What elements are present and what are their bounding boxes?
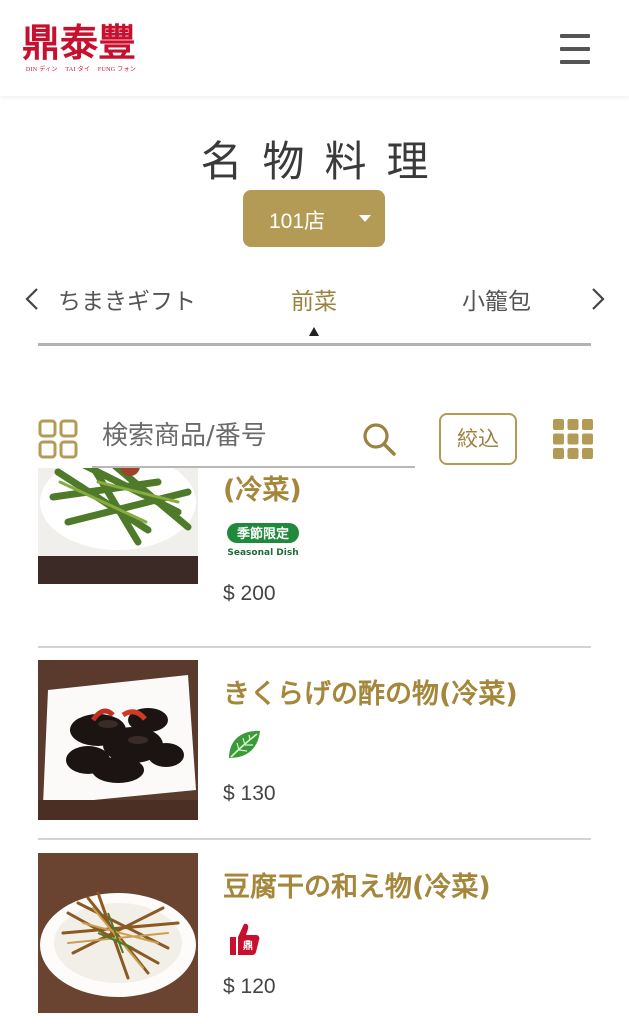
view-large-icon[interactable] xyxy=(38,419,78,459)
search-icon[interactable] xyxy=(361,421,397,457)
product-name: きくらげの酢の物(冷菜) xyxy=(223,679,518,710)
category-nav-divider xyxy=(38,343,591,346)
product-item[interactable]: 豆腐干の和え物(冷菜) 鼎 $ 120 xyxy=(38,853,591,1024)
site-header: 鼎泰豐 DIN ディン TAI タイ FUNG フォン xyxy=(0,0,629,96)
search-input[interactable] xyxy=(102,415,352,457)
recommended-thumb-icon: 鼎 xyxy=(230,923,260,955)
chevron-left-icon[interactable] xyxy=(18,284,48,314)
list-divider xyxy=(38,838,591,840)
seasonal-dish-badge: 季節限定 Seasonal Dish xyxy=(227,523,299,558)
hamburger-menu-icon[interactable] xyxy=(556,30,596,70)
page-title: 名物料理 xyxy=(200,137,449,186)
filter-button[interactable]: 絞込 xyxy=(439,413,517,465)
product-name: 豆腐干の和え物(冷菜) xyxy=(223,872,491,903)
logo-sub-fung: FUNG フォン xyxy=(97,67,137,73)
tab-category-active[interactable]: 前菜 xyxy=(291,282,337,316)
product-price: $ 130 xyxy=(223,782,276,805)
tab-category-prev[interactable]: ちまきギフト xyxy=(58,282,196,316)
product-price: $ 200 xyxy=(223,582,276,605)
brand-logo[interactable]: 鼎泰豐 DIN ディン TAI タイ FUNG フォン xyxy=(22,18,140,74)
thumb-logo-char: 鼎 xyxy=(243,940,253,952)
list-divider xyxy=(38,646,591,648)
product-list: (冷菜) 季節限定 Seasonal Dish $ 200 きくらげの酢の物(冷… xyxy=(0,468,629,1024)
logo-sub-din: DIN ディン xyxy=(25,67,58,73)
seasonal-badge-en: Seasonal Dish xyxy=(227,548,298,558)
logo-sub-tai: TAI タイ xyxy=(65,67,91,73)
product-price: $ 120 xyxy=(223,975,276,998)
view-grid-icon[interactable] xyxy=(553,419,593,459)
store-select-value: 101店 xyxy=(269,210,326,233)
product-item[interactable]: きくらげの酢の物(冷菜) $ 130 xyxy=(38,660,591,840)
seasonal-badge-jp: 季節限定 xyxy=(236,526,289,542)
product-photo xyxy=(38,660,198,820)
category-nav: ちまきギフト 前菜 小籠包 xyxy=(0,270,629,350)
svg-text:鼎泰豐: 鼎泰豐 xyxy=(22,20,136,62)
search-toolbar: 絞込 xyxy=(0,405,629,475)
caret-down-icon xyxy=(359,215,371,222)
product-photo xyxy=(38,853,198,1013)
store-select-dropdown[interactable]: 101店 xyxy=(243,190,385,247)
vegetarian-leaf-icon xyxy=(229,730,260,758)
chevron-right-icon[interactable] xyxy=(582,284,612,314)
brand-logo-subtitle: DIN ディン TAI タイ FUNG フォン xyxy=(22,64,140,73)
active-tab-indicator xyxy=(309,327,319,336)
product-photo xyxy=(38,468,198,584)
brand-logo-mark: 鼎泰豐 xyxy=(22,20,136,62)
product-item[interactable]: (冷菜) 季節限定 Seasonal Dish $ 200 xyxy=(38,468,591,632)
product-name: (冷菜) xyxy=(223,475,302,506)
tab-category-next[interactable]: 小籠包 xyxy=(462,282,531,316)
